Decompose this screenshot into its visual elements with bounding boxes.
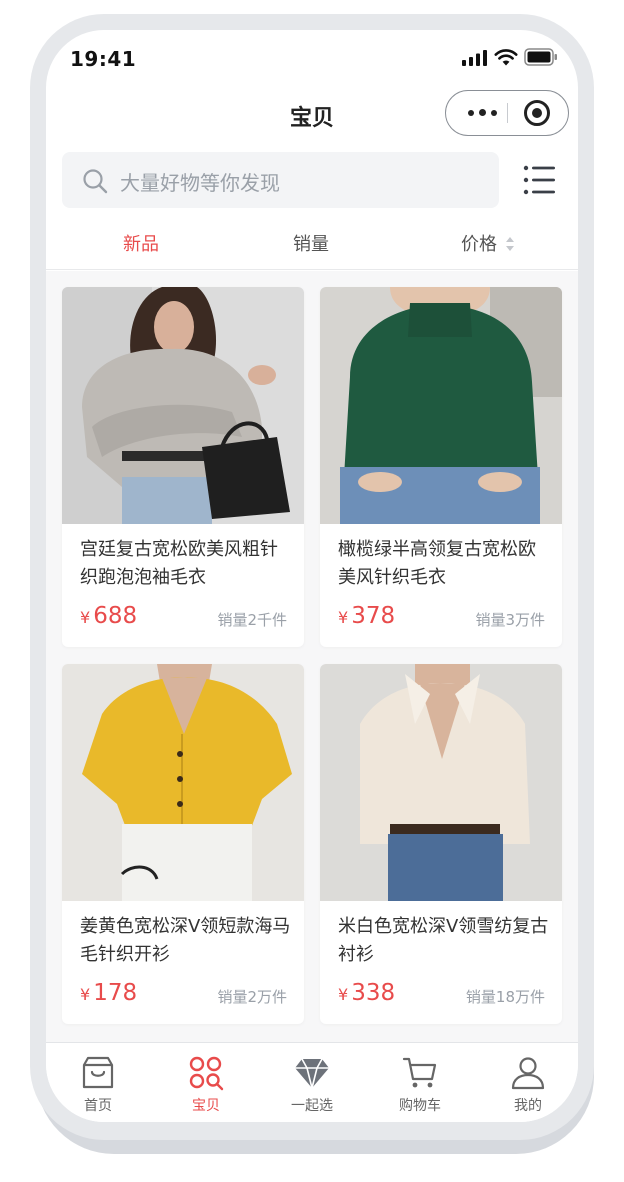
sales-count: 销量2万件	[217, 988, 287, 1006]
product-card[interactable]: 橄榄绿半高领复古宽松欧美风针织毛衣 ¥378 销量3万件	[320, 287, 562, 647]
shop-icon	[82, 1056, 114, 1089]
status-bar: 19:41	[46, 30, 578, 90]
tabbar-item-cart[interactable]: 购物车	[380, 1043, 460, 1122]
diamond-icon	[295, 1058, 329, 1089]
product-title: 宫廷复古宽松欧美风粗针织跑泡泡袖毛衣	[80, 539, 278, 588]
product-price: ¥178	[80, 980, 138, 1006]
product-image	[62, 664, 304, 901]
tabbar-item-mine[interactable]: 我的	[488, 1043, 568, 1122]
tab-price[interactable]: 价格	[461, 230, 497, 256]
sales-count: 销量18万件	[465, 988, 545, 1006]
product-card[interactable]: 宫廷复古宽松欧美风粗针织跑泡泡袖毛衣 ¥688 销量2千件	[62, 287, 304, 647]
sales-count: 销量3万件	[475, 611, 545, 629]
sort-arrows-icon	[506, 237, 514, 251]
tabbar-item-goods[interactable]: 宝贝	[166, 1043, 246, 1122]
sales-count: 销量2千件	[217, 611, 287, 629]
product-image	[320, 287, 562, 524]
product-image	[320, 664, 562, 901]
product-price: ¥338	[338, 980, 396, 1006]
product-title: 橄榄绿半高领复古宽松欧美风针织毛衣	[338, 539, 536, 588]
close-target-icon[interactable]	[524, 100, 550, 126]
more-dot-icon	[478, 109, 486, 116]
grid-search-icon	[189, 1056, 224, 1091]
product-price: ¥378	[338, 603, 396, 629]
more-dot-icon	[490, 109, 497, 116]
product-price: ¥688	[80, 603, 138, 629]
product-image	[62, 287, 304, 524]
product-title: 米白色宽松深V领雪纺复古衬衫	[338, 916, 549, 965]
list-view-icon[interactable]	[523, 165, 555, 195]
capsule-divider	[507, 103, 508, 123]
cart-icon	[402, 1057, 437, 1088]
status-time: 19:41	[70, 47, 137, 71]
product-title: 姜黄色宽松深V领短款海马毛针织开衫	[80, 916, 291, 965]
bottom-tab-bar: 首页 宝贝 一起选 购物车 我的	[46, 1042, 578, 1122]
phone-screen: 19:41 宝贝 大量好物等你发现 新品 销量 价格 宫廷复古宽松欧美风粗针织跑…	[46, 30, 578, 1122]
search-icon	[83, 169, 108, 194]
tab-sales[interactable]: 销量	[293, 230, 329, 256]
more-button[interactable]	[460, 91, 504, 134]
filter-tabs: 新品 销量 价格	[46, 226, 578, 270]
search-input[interactable]: 大量好物等你发现	[62, 152, 499, 208]
signal-icon	[462, 50, 487, 66]
tab-new[interactable]: 新品	[123, 230, 159, 256]
tabbar-item-together[interactable]: 一起选	[272, 1043, 352, 1122]
product-card[interactable]: 米白色宽松深V领雪纺复古衬衫 ¥338 销量18万件	[320, 664, 562, 1024]
wifi-icon	[494, 49, 518, 66]
tabbar-item-home[interactable]: 首页	[58, 1043, 138, 1122]
search-placeholder: 大量好物等你发现	[120, 171, 280, 195]
product-card[interactable]: 姜黄色宽松深V领短款海马毛针织开衫 ¥178 销量2万件	[62, 664, 304, 1024]
more-dot-icon	[467, 109, 474, 116]
mini-program-capsule	[445, 90, 569, 136]
battery-icon	[524, 48, 557, 66]
user-icon	[511, 1057, 545, 1090]
